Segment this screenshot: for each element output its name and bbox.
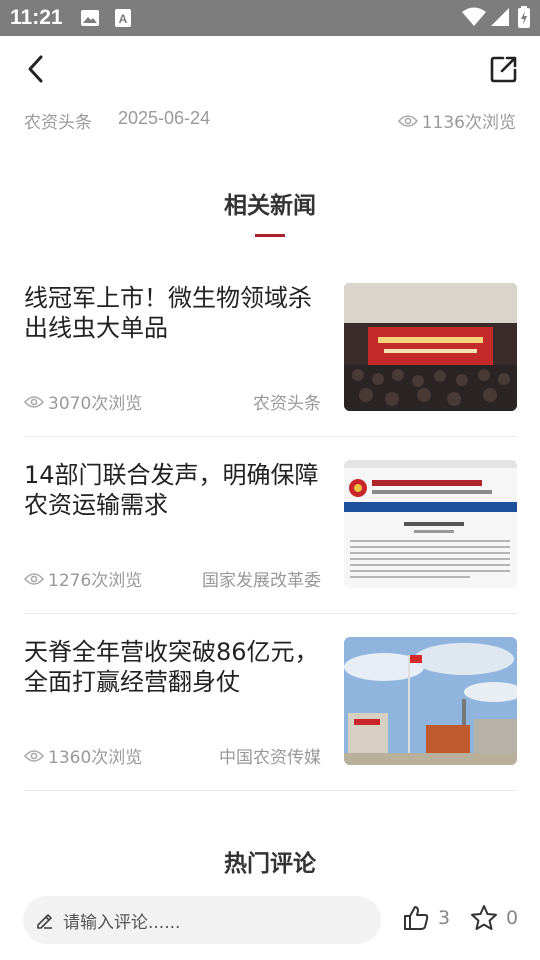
related-news-heading: 相关新闻 (224, 193, 316, 219)
divider (24, 613, 517, 614)
font-icon: A (114, 8, 132, 32)
share-icon (490, 56, 517, 83)
top-bar (0, 36, 540, 102)
news-source: 国家发展改革委 (202, 571, 321, 591)
comment-placeholder: 请输入评论...... (63, 912, 181, 933)
news-views: 1360次浏览 (24, 743, 142, 768)
news-item-2[interactable]: 14部门联合发声，明确保障农资运输需求 1276次浏览 国家发展改革委 (24, 460, 517, 614)
star-icon (471, 905, 497, 930)
battery-icon (518, 6, 530, 32)
hot-comments-heading: 热门评论 (224, 851, 316, 877)
pencil-icon (37, 914, 52, 929)
share-button[interactable] (484, 49, 524, 89)
wifi-icon (462, 7, 486, 31)
news-title: 天脊全年营收突破86亿元，全面打赢经营翻身仗 (24, 638, 319, 696)
svg-text:A: A (119, 12, 128, 26)
signal-icon (490, 7, 510, 31)
news-title: 线冠军上市！微生物领域杀出线虫大单品 (24, 284, 312, 342)
heading-underline (255, 234, 285, 237)
article-views-count: 1136次浏览 (421, 113, 516, 133)
thumbs-up-icon (404, 906, 429, 930)
status-bar: 11:21 A (0, 0, 540, 36)
news-views: 3070次浏览 (24, 389, 142, 414)
eye-icon (24, 749, 44, 762)
divider (24, 436, 517, 437)
article-source: 农资头条 (24, 113, 92, 133)
article-date: 2025-06-24 (118, 108, 211, 128)
eye-icon (24, 572, 44, 585)
comment-bar: 请输入评论...... 3 0 (0, 890, 540, 952)
back-arrow-icon (28, 55, 43, 83)
like-button[interactable]: 3 (402, 904, 450, 932)
eye-icon (397, 114, 418, 127)
news-source: 农资头条 (253, 394, 321, 414)
news-item-1[interactable]: 线冠军上市！微生物领域杀出线虫大单品 3070次浏览 农资头条 (24, 283, 517, 437)
news-source: 中国农资传媒 (219, 748, 321, 768)
news-views-count: 1276次浏览 (48, 571, 143, 591)
favorite-button[interactable]: 0 (470, 904, 518, 932)
news-views-count: 3070次浏览 (48, 394, 143, 414)
article-views: 1136次浏览 (397, 108, 516, 133)
divider (24, 790, 517, 791)
back-button[interactable] (16, 49, 56, 89)
news-thumbnail (344, 637, 517, 765)
news-thumbnail (344, 460, 517, 588)
news-title: 14部门联合发声，明确保障农资运输需求 (24, 461, 319, 519)
like-count: 3 (438, 907, 451, 929)
favorite-count: 0 (506, 907, 519, 929)
comment-input[interactable]: 请输入评论...... (23, 896, 381, 944)
gallery-icon (80, 8, 100, 32)
news-thumbnail (344, 283, 517, 411)
news-views: 1276次浏览 (24, 566, 142, 591)
status-time: 11:21 (10, 6, 63, 29)
article-meta: 农资头条 2025-06-24 1136次浏览 (24, 108, 516, 136)
news-item-3[interactable]: 天脊全年营收突破86亿元，全面打赢经营翻身仗 1360次浏览 中国农资传媒 (24, 637, 517, 791)
news-views-count: 1360次浏览 (48, 748, 143, 768)
eye-icon (24, 395, 44, 408)
